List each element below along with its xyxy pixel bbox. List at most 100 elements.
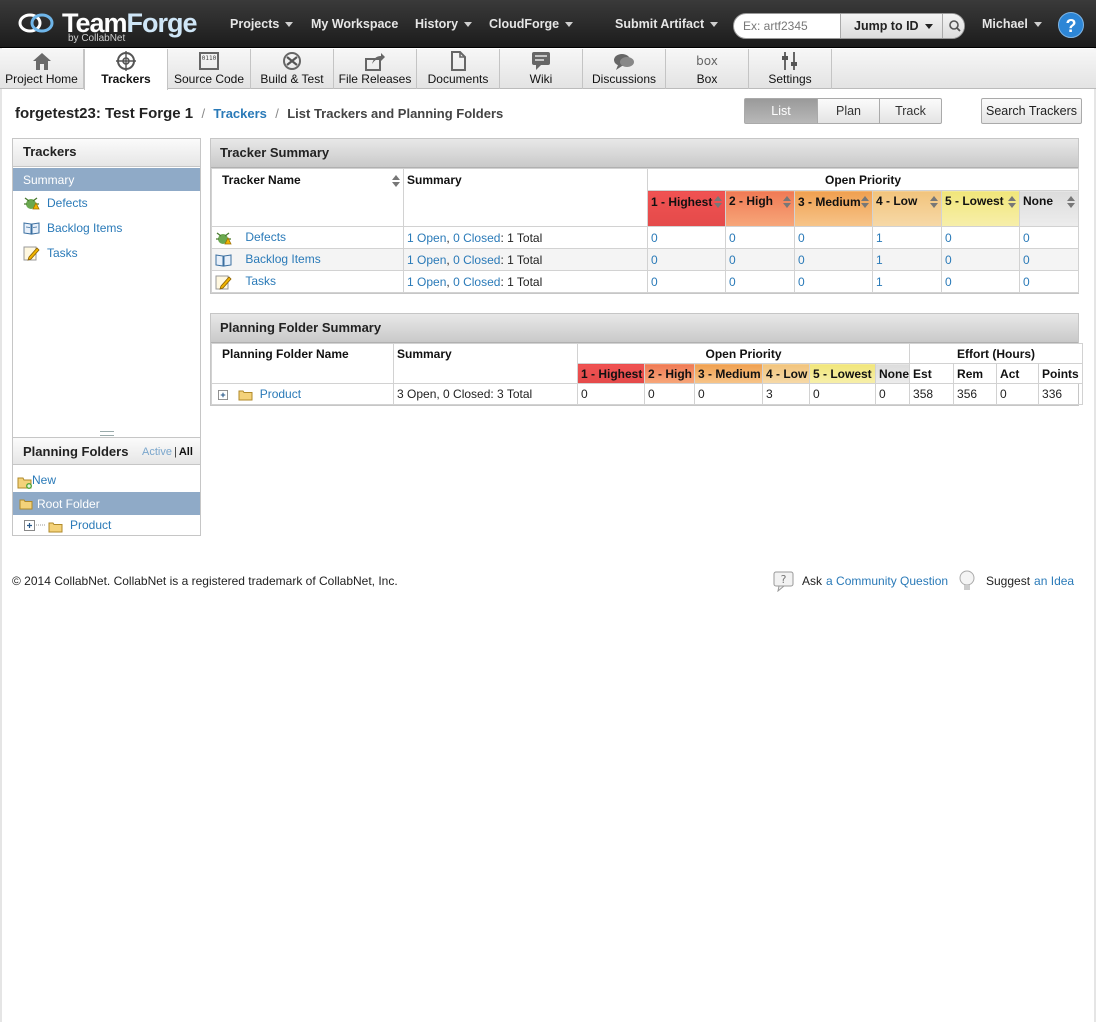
priority-count-link[interactable]: 0: [651, 231, 658, 245]
nav-my-workspace[interactable]: My Workspace: [311, 17, 398, 31]
nav-submit-artifact[interactable]: Submit Artifact: [615, 17, 719, 31]
col-priority-high[interactable]: 2 - High: [725, 190, 795, 227]
sort-icon[interactable]: [783, 196, 791, 208]
user-menu[interactable]: Michael: [982, 17, 1042, 31]
col-priority-lowest[interactable]: 5 - Lowest: [941, 190, 1020, 227]
tracker-link-tasks[interactable]: Tasks: [245, 274, 276, 288]
priority-count-link[interactable]: 0: [729, 253, 736, 267]
expand-plus-icon[interactable]: [24, 520, 35, 531]
tracker-summary-table: Tracker Name Summary Open Priority 1 - H…: [211, 168, 1080, 293]
closed-count-link[interactable]: 0 Closed: [453, 275, 500, 289]
priority-count-link[interactable]: 0: [945, 275, 952, 289]
sidebar-item-summary[interactable]: Summary: [13, 168, 200, 191]
priority-count-link[interactable]: 0: [798, 231, 805, 245]
tool-discussions[interactable]: Discussions: [583, 49, 666, 89]
tracker-summary-cell: 1 Open, 0 Closed: 1 Total: [403, 248, 648, 271]
priority-count-link[interactable]: 0: [798, 275, 805, 289]
filter-all-selected[interactable]: All: [179, 446, 193, 458]
source-code-icon: 0110: [199, 52, 219, 70]
help-icon[interactable]: ?: [1058, 12, 1084, 38]
nav-cloudforge[interactable]: CloudForge: [489, 17, 574, 31]
priority-count-link[interactable]: 0: [651, 253, 658, 267]
tab-plan[interactable]: Plan: [817, 98, 880, 124]
col-points: Points: [1038, 363, 1084, 384]
tab-list[interactable]: List: [744, 98, 818, 124]
col-effort-hours: Effort (Hours): [909, 343, 1084, 364]
closed-count-link[interactable]: 0 Closed: [453, 253, 500, 267]
suggest-idea-link[interactable]: an Idea: [1034, 574, 1074, 588]
open-count-link[interactable]: 1 Open: [407, 275, 446, 289]
artifact-id-input[interactable]: [734, 14, 840, 38]
tracker-summary-title: Tracker Summary: [211, 139, 1078, 168]
tab-track[interactable]: Track: [879, 98, 942, 124]
sort-icon[interactable]: [861, 196, 869, 208]
priority-count-link[interactable]: 0: [945, 253, 952, 267]
col-priority-highest[interactable]: 1 - Highest: [647, 190, 726, 227]
priority-count-link[interactable]: 0: [798, 253, 805, 267]
tool-documents[interactable]: Documents: [417, 49, 500, 89]
share-arrow-icon: [365, 53, 385, 71]
planning-summary-table: Planning Folder Name Summary Open Priori…: [211, 343, 1084, 405]
tool-settings[interactable]: Settings: [749, 49, 832, 89]
tool-wiki[interactable]: Wiki: [500, 49, 583, 89]
teamforge-logo[interactable]: TeamForge by CollabNet: [18, 8, 208, 44]
priority-count-link[interactable]: 0: [729, 231, 736, 245]
filter-active-link[interactable]: Active: [142, 446, 172, 458]
col-priority-low[interactable]: 4 - Low: [872, 190, 942, 227]
nav-history[interactable]: History: [415, 17, 473, 31]
tool-build-test[interactable]: Build & Test: [251, 49, 334, 89]
tracker-link-defects[interactable]: Defects: [245, 230, 286, 244]
tool-trackers[interactable]: Trackers: [84, 49, 168, 90]
col-tracker-name[interactable]: Tracker Name: [211, 168, 404, 227]
tool-project-home[interactable]: Project Home: [0, 49, 84, 89]
sort-icon[interactable]: [714, 196, 722, 208]
panel-resize-handle[interactable]: [13, 429, 200, 437]
tool-label: Documents: [427, 72, 489, 86]
breadcrumb-trackers-link[interactable]: Trackers: [213, 106, 267, 121]
jump-to-id-button[interactable]: Jump to ID: [840, 14, 942, 38]
folder-icon: [48, 522, 63, 533]
tool-label: Source Code: [173, 72, 245, 86]
sort-icon[interactable]: [1008, 196, 1016, 208]
collabnet-logo-icon: [18, 13, 54, 33]
planning-folder-link-product[interactable]: Product: [260, 387, 301, 401]
community-question-link[interactable]: a Community Question: [826, 574, 948, 588]
tool-label: Build & Test: [260, 72, 324, 86]
open-count-link[interactable]: 1 Open: [407, 253, 446, 267]
breadcrumb-separator: /: [275, 106, 279, 121]
tool-file-releases[interactable]: File Releases: [334, 49, 417, 89]
priority-count: 3: [762, 383, 810, 405]
tool-source-code[interactable]: 0110 Source Code: [168, 49, 251, 89]
priority-count-link[interactable]: 1: [876, 253, 883, 267]
bug-icon: [216, 231, 232, 244]
closed-count-link[interactable]: 0 Closed: [453, 231, 500, 245]
search-button[interactable]: [942, 14, 964, 38]
product-folder-label: Product: [70, 518, 112, 532]
priority-count-link[interactable]: 0: [729, 275, 736, 289]
priority-count-link[interactable]: 0: [1023, 231, 1030, 245]
tree-root-folder[interactable]: Root Folder: [13, 492, 200, 515]
open-count-link[interactable]: 1 Open: [407, 231, 446, 245]
planning-folder-name-cell: Product: [211, 383, 394, 405]
priority-count-link[interactable]: 1: [876, 231, 883, 245]
priority-count-link[interactable]: 0: [651, 275, 658, 289]
table-row: Product 3 Open, 0 Closed: 3 Total 0 0 0 …: [211, 383, 1084, 405]
nav-projects[interactable]: Projects: [230, 17, 294, 31]
col-priority-medium[interactable]: 3 - Medium: [794, 190, 873, 227]
root-folder-label: Root Folder: [37, 497, 100, 511]
sort-icon[interactable]: [392, 175, 400, 187]
expand-plus-icon[interactable]: [218, 389, 228, 400]
svg-text:?: ?: [781, 573, 787, 586]
priority-count-link[interactable]: 0: [1023, 275, 1030, 289]
tool-box[interactable]: box Box: [666, 49, 749, 89]
col-priority-none[interactable]: None: [1018, 190, 1080, 227]
sort-icon[interactable]: [1067, 196, 1076, 208]
priority-count-link[interactable]: 0: [1023, 253, 1030, 267]
sort-icon[interactable]: [930, 196, 938, 208]
tracker-link-backlog-items[interactable]: Backlog Items: [245, 252, 320, 266]
priority-count-link[interactable]: 1: [876, 275, 883, 289]
priority-count-link[interactable]: 0: [945, 231, 952, 245]
col-summary: Summary: [393, 343, 578, 384]
search-trackers-button[interactable]: Search Trackers: [981, 98, 1082, 124]
open-book-icon: [215, 253, 232, 267]
